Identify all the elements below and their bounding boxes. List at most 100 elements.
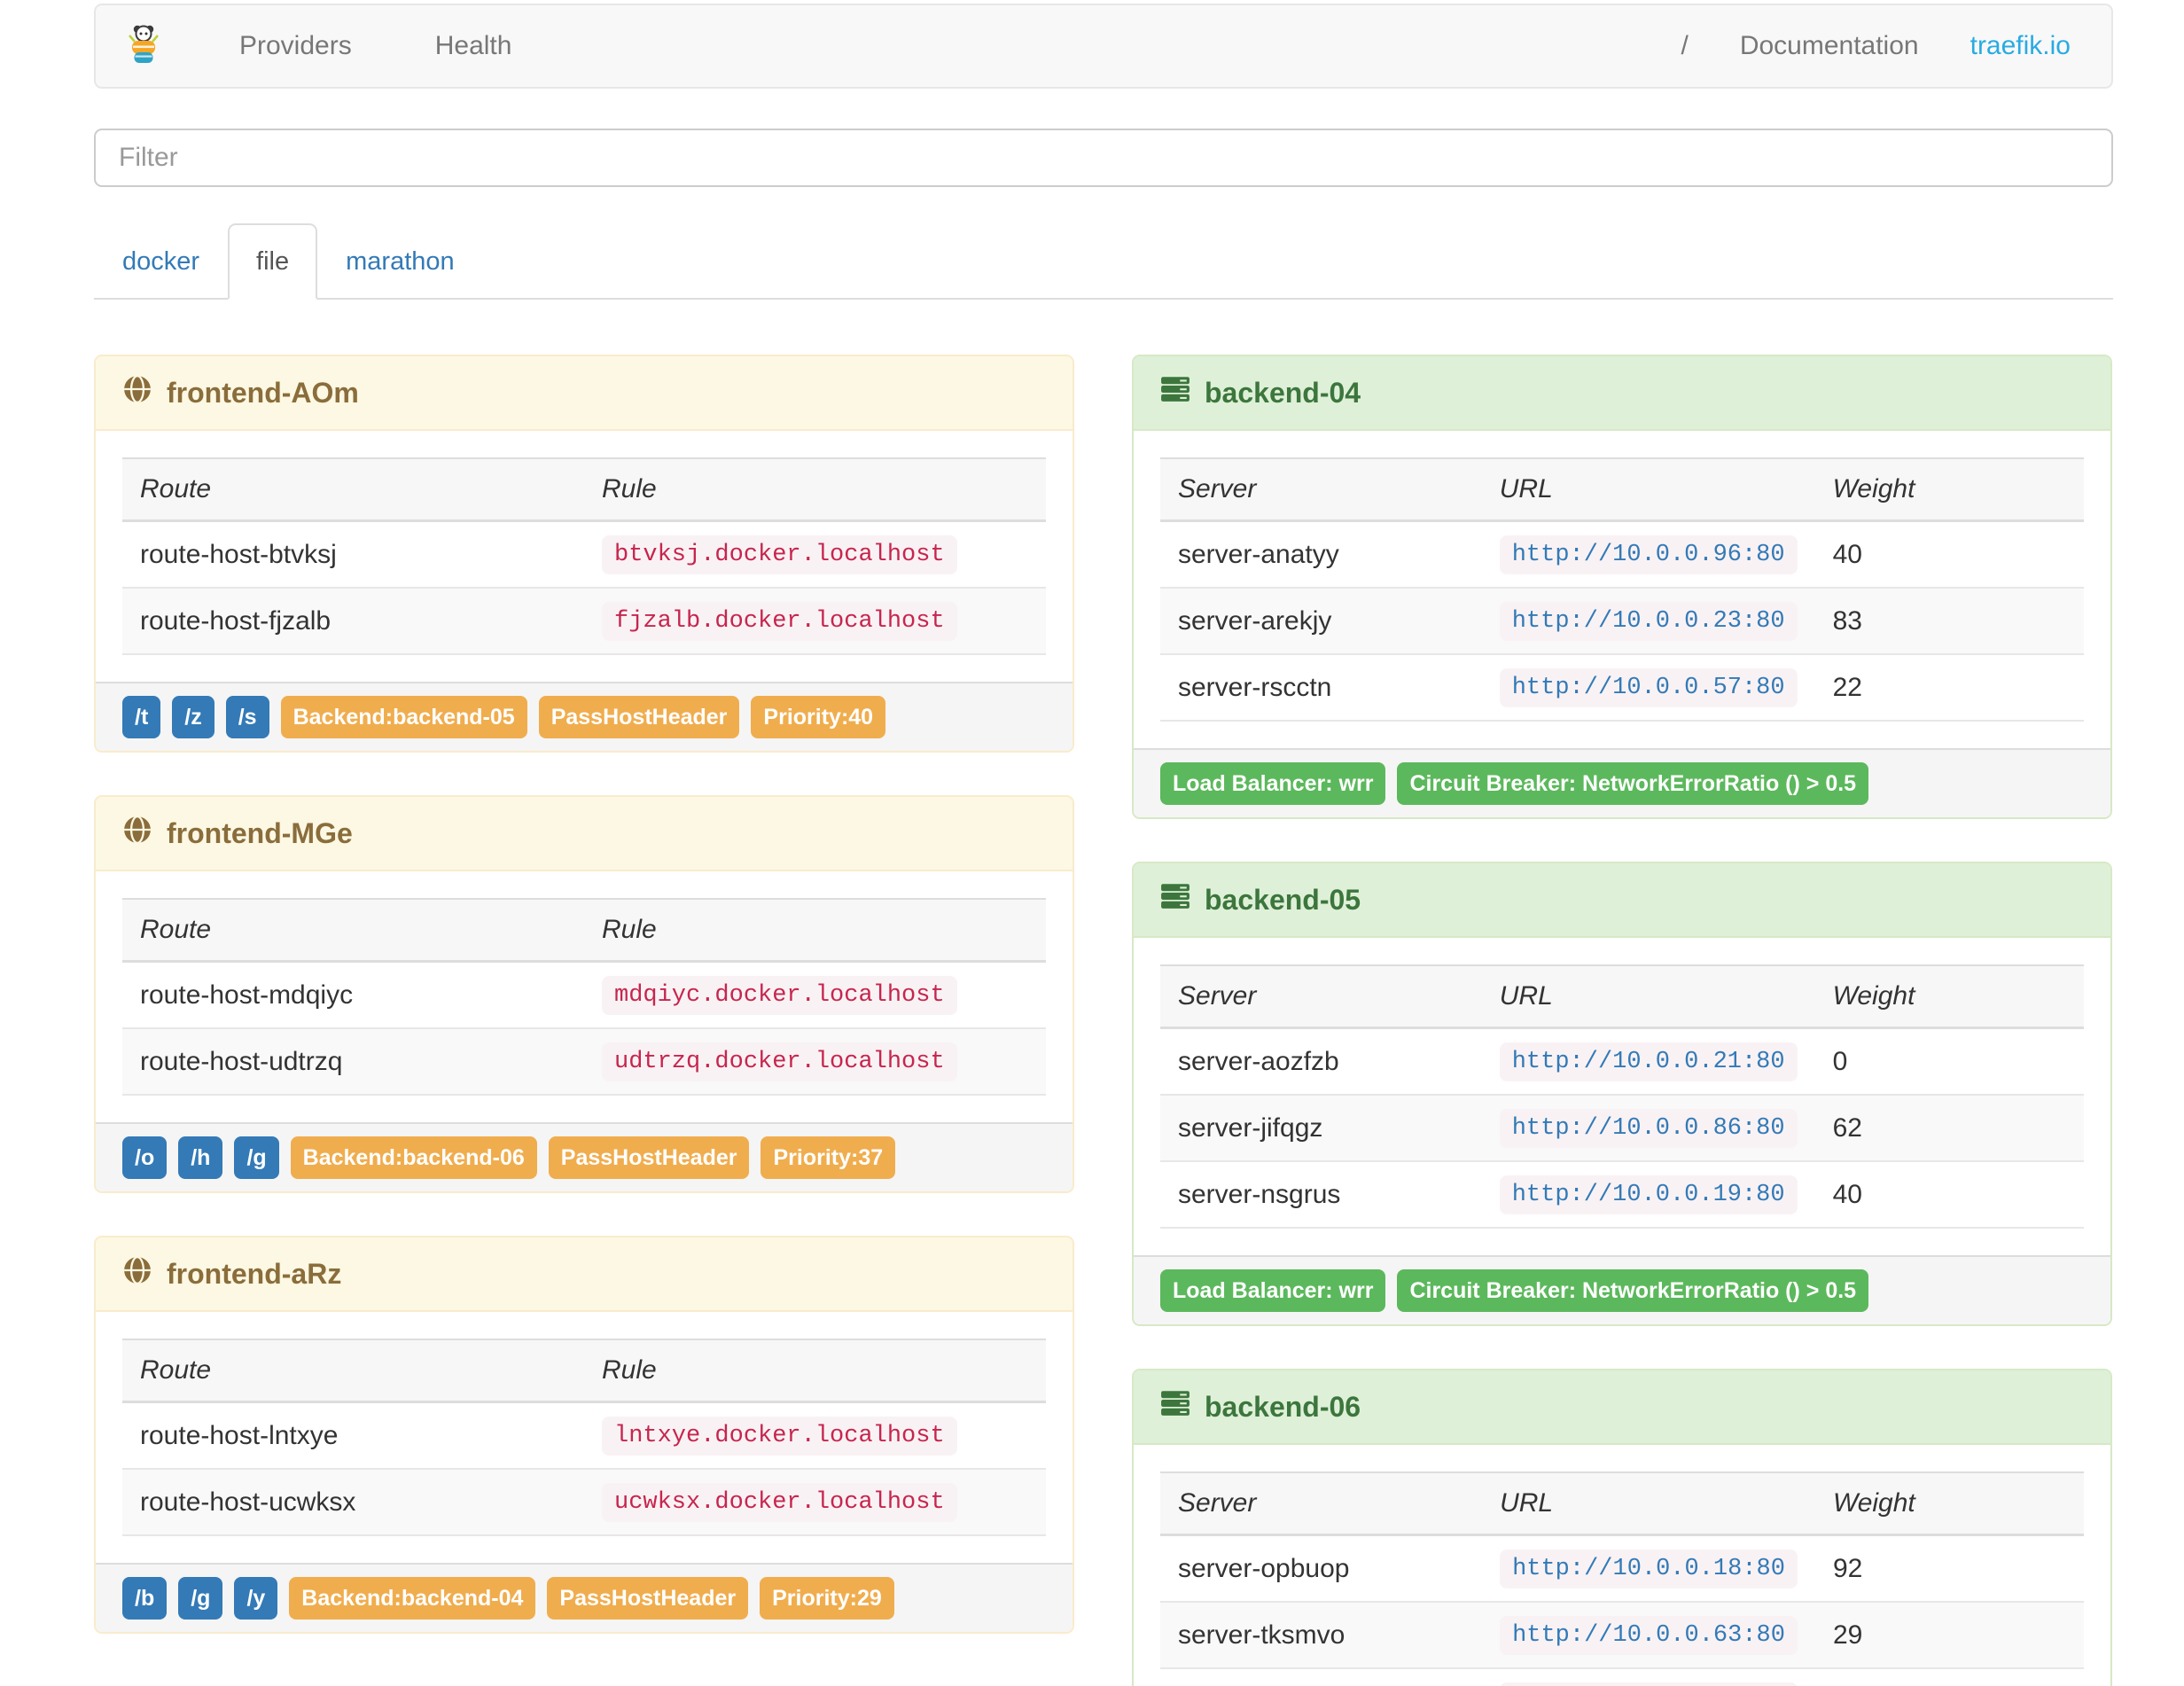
server-url-link[interactable]: http://10.0.0.63:80 (1500, 1616, 1798, 1655)
servers-table: Server URL Weight server-opbuop http://1… (1160, 1471, 2084, 1686)
table-row: server-anatyy http://10.0.0.96:80 40 (1160, 520, 2084, 589)
rule-code: fjzalb.docker.localhost (602, 602, 957, 641)
server-cell: server-aozfzb (1160, 1027, 1482, 1096)
frontend-panel-heading: frontend-AOm (96, 356, 1072, 431)
backend-panel-heading: backend-06 (1134, 1370, 2110, 1445)
tab-marathon[interactable]: marathon (317, 223, 483, 300)
panel-footer: /t /z /s Backend:backend-05 PassHostHead… (96, 682, 1072, 751)
route-cell: route-host-mdqiyc (122, 961, 584, 1029)
column-header-weight: Weight (1814, 1471, 2084, 1536)
panel-title: backend-05 (1205, 884, 1361, 916)
table-row: server-opbuop http://10.0.0.18:80 92 (1160, 1534, 2084, 1603)
frontends-column: frontend-AOm Route Rule route-host-btvks… (94, 355, 1074, 1676)
table-row: server-aozfzb http://10.0.0.21:80 0 (1160, 1027, 2084, 1096)
routes-table: Route Rule route-host-lntxye lntxye.dock… (122, 1339, 1046, 1536)
priority-label: Priority:40 (751, 696, 886, 738)
column-header-route: Route (122, 1339, 584, 1403)
rule-code: ucwksx.docker.localhost (602, 1483, 957, 1522)
passhostheader-label: PassHostHeader (547, 1577, 749, 1620)
server-url-link[interactable]: http://10.0.0.23:80 (1499, 602, 1798, 641)
filter-input[interactable] (94, 129, 2113, 187)
weight-cell: 92 (1814, 1534, 2084, 1603)
frontend-panel: frontend-aRz Route Rule route-host-lntxy… (94, 1236, 1074, 1634)
globe-icon (122, 374, 152, 411)
panel-body: Server URL Weight server-anatyy http://1… (1134, 431, 2110, 748)
panel-body: Route Rule route-host-lntxye lntxye.dock… (96, 1312, 1072, 1563)
tab-file[interactable]: file (228, 223, 318, 300)
path-label: /t (122, 696, 161, 738)
path-label: /z (172, 696, 214, 738)
passhostheader-label: PassHostHeader (548, 1136, 750, 1179)
route-cell: route-host-btvksj (122, 520, 584, 589)
server-icon (1160, 1388, 1190, 1425)
routes-table: Route Rule route-host-btvksj btvksj.dock… (122, 457, 1046, 655)
server-cell: server-arekjy (1160, 588, 1482, 655)
panel-title: frontend-AOm (167, 377, 359, 409)
column-header-url: URL (1481, 457, 1815, 522)
weight-cell: 0 (1814, 1027, 2084, 1096)
panel-title: backend-06 (1205, 1391, 1361, 1423)
table-row: route-host-mdqiyc mdqiyc.docker.localhos… (122, 961, 1046, 1029)
globe-icon (122, 1255, 152, 1292)
backend-panel: backend-04 Server URL Weight server-anat… (1132, 355, 2112, 819)
server-url-link[interactable]: http://10.0.0.18:80 (1500, 1549, 1798, 1588)
server-cell: server-tksmvo (1160, 1602, 1483, 1669)
panel-title: backend-04 (1205, 377, 1361, 409)
path-label: /g (178, 1577, 223, 1620)
server-url-link[interactable]: http://10.0.0.83:80 (1500, 1682, 1798, 1686)
panel-footer: Load Balancer: wrr Circuit Breaker: Netw… (1134, 1255, 2110, 1324)
column-header-rule: Rule (584, 457, 1046, 522)
server-url-link[interactable]: http://10.0.0.57:80 (1499, 668, 1798, 707)
rule-code: udtrzq.docker.localhost (602, 1042, 957, 1081)
column-header-url: URL (1481, 964, 1815, 1029)
backend-ref-label: Backend:backend-05 (280, 696, 527, 738)
server-url-link[interactable]: http://10.0.0.21:80 (1499, 1042, 1798, 1081)
weight-cell: 62 (1814, 1095, 2084, 1162)
nav-link-health[interactable]: Health (435, 4, 512, 89)
globe-icon (122, 815, 152, 852)
frontend-panel: frontend-AOm Route Rule route-host-btvks… (94, 355, 1074, 753)
server-url-link[interactable]: http://10.0.0.19:80 (1499, 1175, 1798, 1214)
traefik-dashboard: Providers Health / Documentation traefik… (0, 0, 2184, 1686)
table-row: route-host-fjzalb fjzalb.docker.localhos… (122, 588, 1046, 655)
backend-panel-heading: backend-04 (1134, 356, 2110, 431)
table-row: route-host-ucwksx ucwksx.docker.localhos… (122, 1469, 1046, 1536)
table-row: server-tksmvo http://10.0.0.63:80 29 (1160, 1602, 2084, 1669)
backend-panel: backend-05 Server URL Weight server-aozf… (1132, 862, 2112, 1326)
panel-footer: /o /h /g Backend:backend-06 PassHostHead… (96, 1122, 1072, 1191)
circuit-breaker-label: Circuit Breaker: NetworkErrorRatio () > … (1397, 1269, 1869, 1312)
backend-ref-label: Backend:backend-04 (289, 1577, 536, 1620)
table-row: server-rscctn http://10.0.0.57:80 22 (1160, 654, 2084, 722)
nav-link-documentation[interactable]: Documentation (1740, 4, 1919, 89)
server-cell: server-nsgrus (1160, 1161, 1482, 1229)
provider-tabs: docker file marathon (94, 223, 2113, 300)
nav-link-traefik-io[interactable]: traefik.io (1970, 4, 2071, 89)
route-cell: route-host-fjzalb (122, 588, 584, 655)
rule-code: mdqiyc.docker.localhost (602, 976, 957, 1015)
server-icon (1160, 374, 1190, 411)
nav-link-providers[interactable]: Providers (239, 4, 352, 89)
frontend-panel-heading: frontend-MGe (96, 797, 1072, 871)
passhostheader-label: PassHostHeader (538, 696, 740, 738)
servers-table: Server URL Weight server-aozfzb http://1… (1160, 964, 2084, 1229)
server-url-link[interactable]: http://10.0.0.86:80 (1499, 1109, 1798, 1148)
rule-code: btvksj.docker.localhost (602, 535, 957, 574)
column-header-weight: Weight (1814, 457, 2084, 522)
server-cell: server-rscctn (1160, 654, 1482, 722)
server-url-link[interactable]: http://10.0.0.96:80 (1499, 535, 1798, 574)
column-header-route: Route (122, 898, 584, 963)
provider-content: frontend-AOm Route Rule route-host-btvks… (94, 355, 2113, 1686)
navbar: Providers Health / Documentation traefik… (94, 4, 2113, 89)
traefik-logo[interactable] (126, 23, 161, 70)
backend-panel: backend-06 Server URL Weight server-opbu… (1132, 1369, 2112, 1686)
backend-panel-heading: backend-05 (1134, 863, 2110, 938)
navbar-divider: / (1681, 31, 1689, 60)
table-row: server-updomo http://10.0.0.83:80 57 (1160, 1668, 2084, 1686)
table-row: route-host-btvksj btvksj.docker.localhos… (122, 520, 1046, 589)
route-cell: route-host-ucwksx (122, 1469, 584, 1536)
filter-bar (94, 129, 2113, 187)
tab-docker[interactable]: docker (94, 223, 228, 300)
panel-body: Route Rule route-host-mdqiyc mdqiyc.dock… (96, 871, 1072, 1122)
column-header-server: Server (1160, 964, 1482, 1029)
server-cell: server-jifqgz (1160, 1095, 1482, 1162)
